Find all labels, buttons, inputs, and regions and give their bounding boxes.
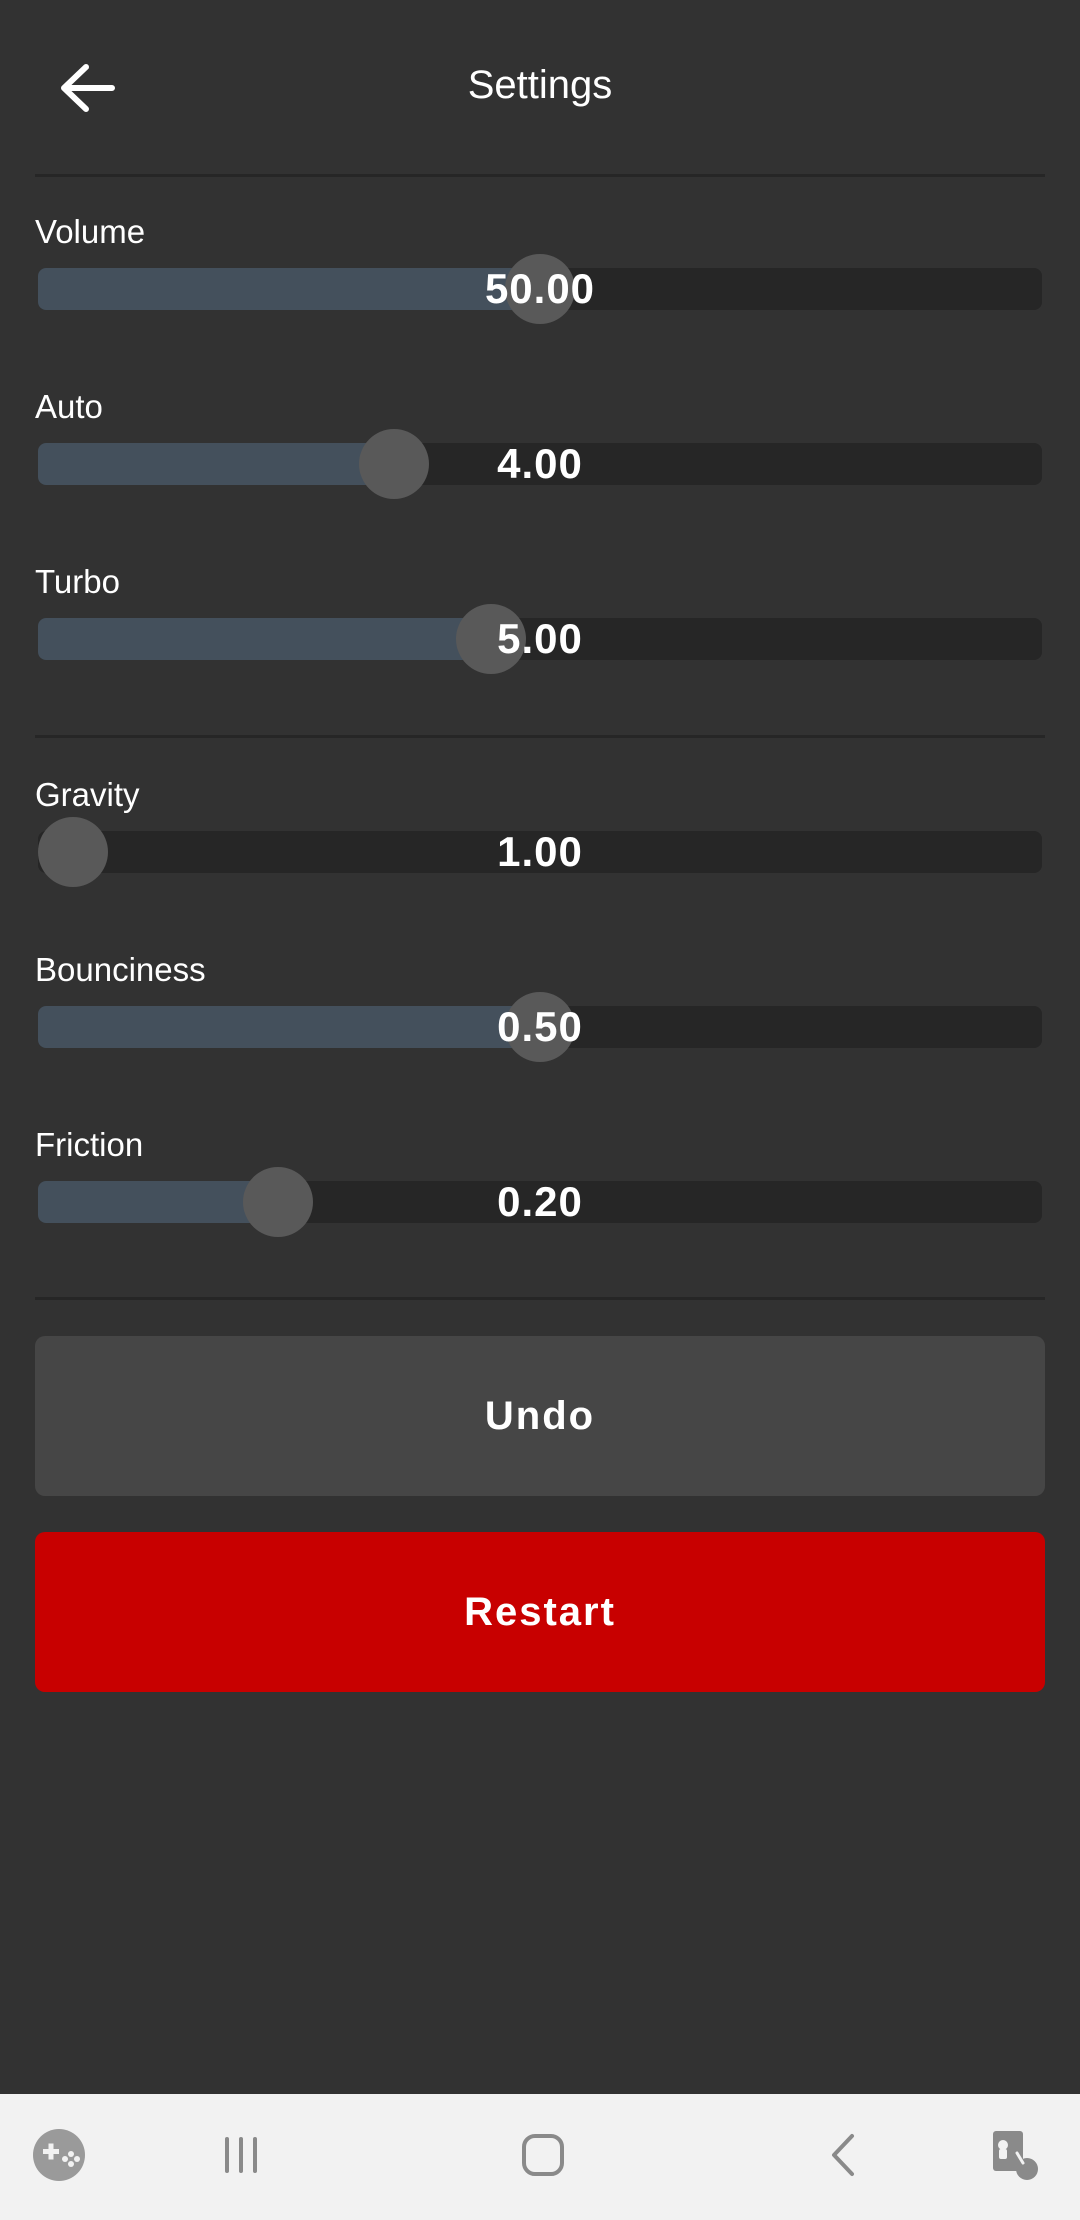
slider-thumb[interactable] xyxy=(505,992,575,1062)
setting-auto: Auto 4.00 xyxy=(35,387,1045,537)
slider-fill xyxy=(38,1181,279,1223)
slider-thumb[interactable] xyxy=(38,817,108,887)
setting-label: Bounciness xyxy=(35,951,206,988)
divider xyxy=(35,735,1045,738)
accessibility-touch-icon xyxy=(987,2127,1043,2188)
slider-fill xyxy=(38,443,395,485)
settings-screen: Settings Volume 50.00 Auto 4.00 Turbo 5.… xyxy=(0,0,1080,2220)
setting-label: Auto xyxy=(35,388,103,425)
gamepad-icon xyxy=(31,2127,87,2188)
home-icon xyxy=(518,2130,568,2185)
undo-button[interactable]: Undo xyxy=(35,1336,1045,1496)
recent-apps-icon xyxy=(216,2130,266,2185)
slider-value: 1.00 xyxy=(497,828,583,875)
accessibility-button[interactable] xyxy=(970,2112,1060,2202)
recent-apps-button[interactable] xyxy=(196,2112,286,2202)
setting-volume: Volume 50.00 xyxy=(35,212,1045,362)
divider xyxy=(35,1297,1045,1300)
setting-label: Friction xyxy=(35,1126,144,1163)
setting-label: Volume xyxy=(35,213,146,250)
header: Settings xyxy=(0,0,1080,176)
slider-thumb[interactable] xyxy=(243,1167,314,1237)
setting-turbo: Turbo 5.00 xyxy=(35,562,1045,712)
turbo-slider[interactable]: 5.00 xyxy=(38,604,1042,674)
bounciness-slider[interactable]: 0.50 xyxy=(38,992,1042,1062)
game-launcher-button[interactable] xyxy=(14,2112,104,2202)
page-title: Settings xyxy=(467,63,613,107)
slider-fill xyxy=(38,618,492,660)
slider-fill xyxy=(38,1006,540,1048)
setting-friction: Friction 0.20 xyxy=(35,1125,1045,1275)
slider-fill xyxy=(38,268,540,310)
home-button[interactable] xyxy=(498,2112,588,2202)
chevron-left-icon xyxy=(820,2130,870,2185)
setting-bounciness: Bounciness 0.50 xyxy=(35,950,1045,1100)
slider-thumb[interactable] xyxy=(505,254,575,324)
restart-button[interactable]: Restart xyxy=(35,1532,1045,1692)
volume-slider[interactable]: 50.00 xyxy=(38,254,1042,324)
friction-slider[interactable]: 0.20 xyxy=(38,1167,1042,1237)
setting-label: Turbo xyxy=(35,563,120,600)
setting-label: Gravity xyxy=(35,776,140,813)
auto-slider[interactable]: 4.00 xyxy=(38,429,1042,499)
nav-back-button[interactable] xyxy=(800,2112,890,2202)
setting-gravity: Gravity 1.00 xyxy=(35,775,1045,925)
system-navigation-bar xyxy=(0,2094,1080,2220)
slider-thumb[interactable] xyxy=(456,604,527,674)
gravity-slider[interactable]: 1.00 xyxy=(38,817,1042,887)
slider-thumb[interactable] xyxy=(359,429,430,499)
divider xyxy=(35,174,1045,177)
